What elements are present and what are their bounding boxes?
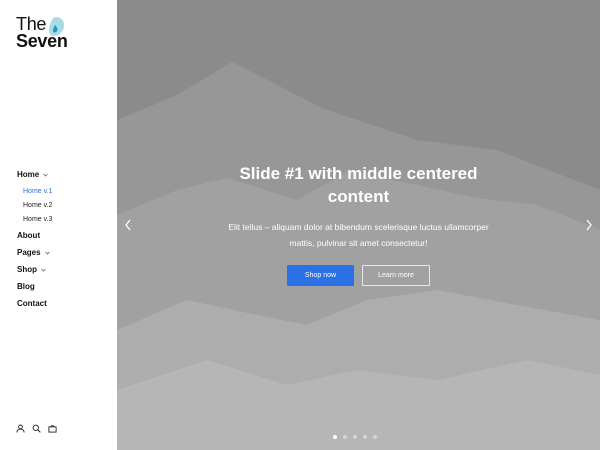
chevron-down-icon (43, 173, 49, 177)
slide-dot-5[interactable] (373, 435, 377, 439)
nav-item-home[interactable]: Home (17, 166, 112, 183)
nav-item-about-label: About (17, 231, 41, 240)
nav-item-home-v2[interactable]: Home v.2 (23, 198, 112, 212)
chevron-left-icon[interactable] (123, 218, 133, 232)
nav-item-pages[interactable]: Pages (17, 244, 112, 261)
nav-item-home-label: Home (17, 170, 40, 179)
nav-item-shop[interactable]: Shop (17, 261, 112, 278)
nav-item-pages-label: Pages (17, 248, 41, 257)
nav-item-contact[interactable]: Contact (17, 295, 112, 312)
nav-item-home-v3[interactable]: Home v.3 (23, 212, 112, 226)
nav-item-contact-label: Contact (17, 299, 47, 308)
slide-dot-4[interactable] (363, 435, 367, 439)
home-submenu: Home v.1 Home v.2 Home v.3 (17, 184, 112, 226)
slide-description: Elit tellus – aliquam dolor at bibendum … (228, 222, 489, 248)
shopping-bag-icon[interactable] (48, 424, 57, 433)
header-tools (16, 424, 57, 433)
search-icon[interactable] (32, 424, 41, 433)
learn-more-button[interactable]: Learn more (362, 265, 430, 286)
shop-now-button[interactable]: Shop now (287, 265, 354, 286)
main-navigation: Home Home v.1 Home v.2 Home v.3 About Pa… (17, 166, 112, 312)
hero-slider: Slide #1 with middle centered content El… (117, 0, 600, 450)
nav-item-shop-label: Shop (17, 265, 37, 274)
chevron-down-icon (41, 268, 46, 272)
sidebar: The Seven Home Home v.1 Home v.2 Home v.… (0, 0, 117, 450)
slider-pagination (333, 435, 377, 439)
slide-dot-3[interactable] (353, 435, 357, 439)
nav-item-home-v1[interactable]: Home v.1 (23, 184, 112, 198)
user-icon[interactable] (16, 424, 25, 433)
slide-content: Slide #1 with middle centered content El… (117, 0, 600, 450)
chevron-right-icon[interactable] (584, 218, 594, 232)
brand-logo[interactable]: The Seven (16, 15, 86, 56)
chevron-down-icon (44, 251, 50, 255)
nav-item-about[interactable]: About (17, 227, 112, 244)
slide-title: Slide #1 with middle centered content (239, 164, 478, 206)
water-drop-blob-icon (48, 17, 65, 36)
nav-item-blog[interactable]: Blog (17, 278, 112, 295)
slide-dot-1[interactable] (333, 435, 337, 439)
slide-dot-2[interactable] (343, 435, 347, 439)
nav-item-blog-label: Blog (17, 282, 35, 291)
